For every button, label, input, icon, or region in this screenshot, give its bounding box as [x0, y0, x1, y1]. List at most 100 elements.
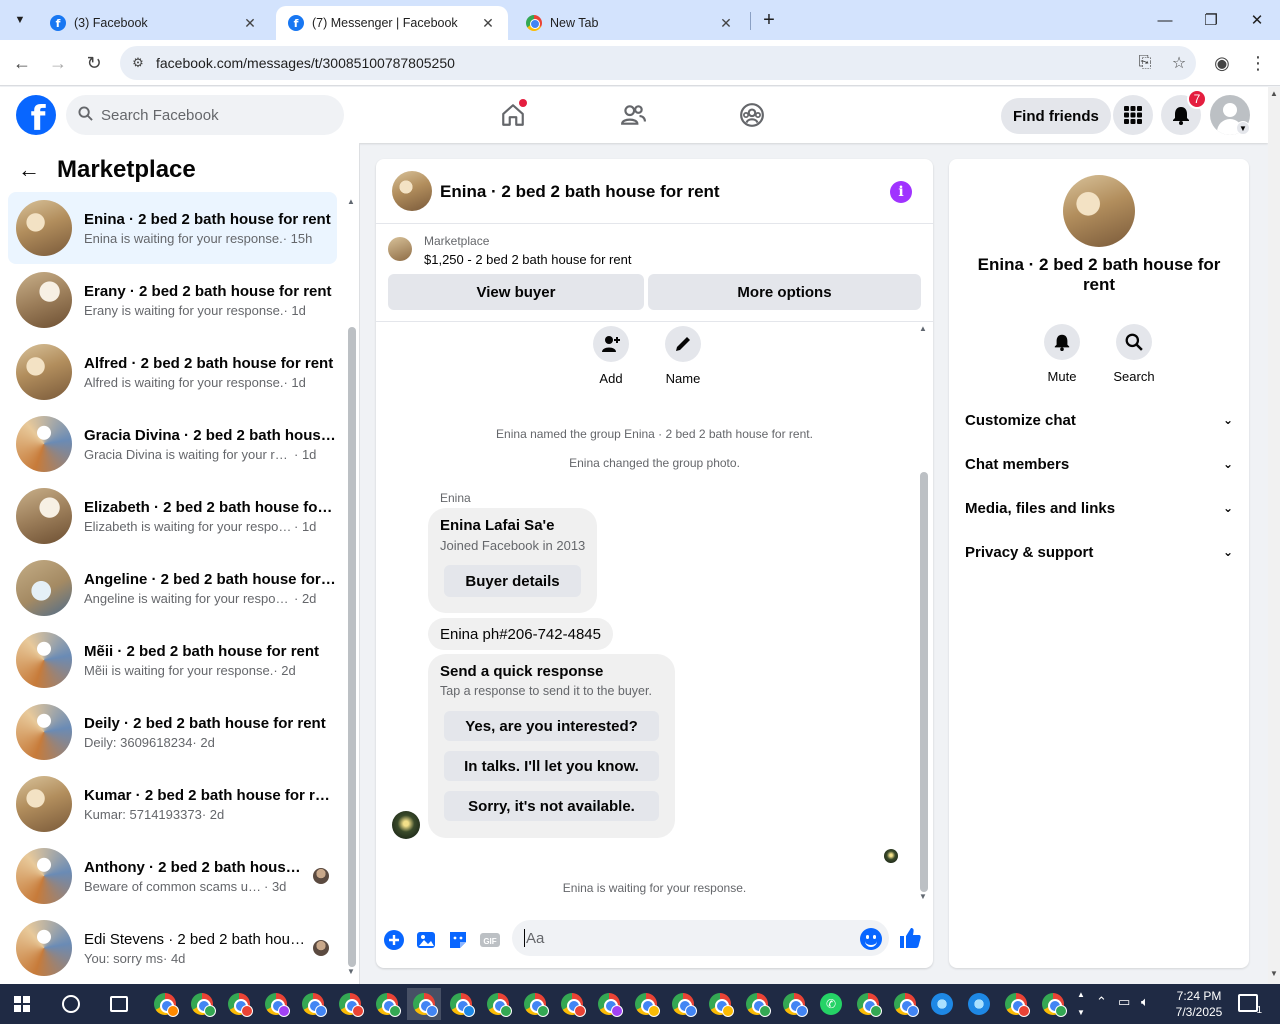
chrome-taskbar-icon[interactable] [703, 988, 737, 1020]
message-bubble[interactable]: Enina ph#206-742-4845 [428, 618, 613, 650]
chrome-taskbar-icon[interactable] [296, 988, 330, 1020]
conversation-item[interactable]: Anthony · 2 bed 2 bath house for rent Be… [8, 840, 337, 912]
scroll-down-arrow[interactable]: ▼ [919, 892, 927, 901]
whatsapp-taskbar-icon[interactable]: ✆ [814, 988, 848, 1020]
buyer-details-button[interactable]: Buyer details [444, 565, 581, 597]
close-icon[interactable]: ✕ [480, 15, 496, 32]
chat-avatar[interactable] [392, 171, 432, 211]
thumbs-up-icon[interactable] [898, 926, 922, 950]
kebab-menu-icon[interactable]: ⋮ [1244, 49, 1272, 77]
network-icon[interactable]: ▭ [1118, 994, 1130, 1010]
chrome-taskbar-icon[interactable] [444, 988, 478, 1020]
tab-facebook[interactable]: f (3) Facebook ✕ [38, 6, 270, 40]
chat-members-section[interactable]: Chat members ⌄ [957, 442, 1241, 486]
plus-icon[interactable] [383, 929, 405, 951]
find-friends-button[interactable]: Find friends [1001, 98, 1111, 134]
scrollbar-thumb[interactable] [348, 327, 356, 967]
cortana-search-icon[interactable] [62, 995, 80, 1013]
site-info-icon[interactable]: ⚙ [120, 55, 156, 71]
forward-button[interactable]: → [44, 49, 72, 77]
chrome-taskbar-icon[interactable] [518, 988, 552, 1020]
chrome-taskbar-icon[interactable] [1036, 988, 1070, 1020]
new-tab-button[interactable]: + [757, 8, 781, 32]
conversation-item[interactable]: Erany · 2 bed 2 bath house for rent Eran… [8, 264, 337, 336]
scroll-up-arrow[interactable]: ▲ [1270, 89, 1278, 98]
chrome-taskbar-icon[interactable] [629, 988, 663, 1020]
conversation-item[interactable]: Edi Stevens · 2 bed 2 bath house for ren… [8, 912, 337, 984]
close-icon[interactable]: ✕ [242, 15, 258, 32]
chrome-taskbar-icon[interactable] [777, 988, 811, 1020]
listing-thumbnail[interactable] [388, 237, 412, 261]
chrome-taskbar-icon[interactable] [370, 988, 404, 1020]
sticker-icon[interactable] [447, 929, 469, 951]
page-scrollbar[interactable]: ▲ ▼ [1268, 87, 1280, 984]
menu-grid-button[interactable] [1113, 95, 1153, 135]
profile-icon[interactable]: ◉ [1208, 49, 1236, 77]
address-bar[interactable]: ⚙ facebook.com/messages/t/30085100787805… [120, 46, 1196, 80]
volume-icon[interactable]: 🔈︎ [1141, 994, 1149, 1010]
sidebar-scrollbar[interactable]: ▲ ▼ [346, 197, 356, 977]
chrome-taskbar-icon[interactable] [666, 988, 700, 1020]
scrollbar-thumb[interactable] [920, 472, 928, 892]
quick-reply-button[interactable]: Yes, are you interested? [444, 711, 659, 741]
facebook-logo[interactable]: f [16, 95, 56, 135]
sender-avatar[interactable] [392, 811, 420, 839]
privacy-support-section[interactable]: Privacy & support ⌄ [957, 530, 1241, 574]
chrome-taskbar-icon[interactable] [740, 988, 774, 1020]
listing-title[interactable]: $1,250 - 2 bed 2 bath house for rent [424, 252, 631, 267]
quick-reply-button[interactable]: Sorry, it's not available. [444, 791, 659, 821]
app-taskbar-icon[interactable] [962, 988, 996, 1020]
search-action[interactable]: Search [1104, 324, 1164, 384]
system-clock[interactable]: 7:24 PM 7/3/2025 [1162, 988, 1236, 1020]
media-files-links-section[interactable]: Media, files and links ⌄ [957, 486, 1241, 530]
notifications-button[interactable]: 7 [1161, 89, 1207, 135]
chrome-taskbar-icon[interactable] [185, 988, 219, 1020]
mute-action[interactable]: Mute [1032, 324, 1092, 384]
name-action[interactable]: Name [653, 326, 713, 386]
chrome-taskbar-icon[interactable] [481, 988, 515, 1020]
gif-icon[interactable]: GIF [479, 929, 501, 951]
scroll-up-arrow[interactable]: ▲ [919, 324, 927, 333]
tab-new-tab[interactable]: New Tab ✕ [514, 6, 746, 40]
conversation-item[interactable]: Elizabeth · 2 bed 2 bath house for rent … [8, 480, 337, 552]
url-text[interactable]: facebook.com/messages/t/3008510078780525… [156, 55, 1128, 71]
back-arrow-icon[interactable]: ← [18, 157, 40, 183]
add-people-action[interactable]: Add [581, 326, 641, 386]
conversation-item[interactable]: Mẽii · 2 bed 2 bath house for rent Mẽii … [8, 624, 337, 696]
close-window-button[interactable]: ✕ [1234, 0, 1280, 40]
conversation-item[interactable]: Deily · 2 bed 2 bath house for rent Deil… [8, 696, 337, 768]
more-options-button[interactable]: More options [648, 274, 921, 310]
notification-center-icon[interactable]: 1 [1238, 994, 1262, 1016]
chrome-taskbar-icon[interactable] [555, 988, 589, 1020]
chrome-taskbar-icon[interactable] [222, 988, 256, 1020]
photo-icon[interactable] [415, 929, 437, 951]
chrome-taskbar-icon[interactable] [999, 988, 1033, 1020]
conversation-item[interactable]: Enina · 2 bed 2 bath house for rent Enin… [8, 192, 337, 264]
chrome-taskbar-icon[interactable] [407, 988, 441, 1020]
emoji-icon[interactable] [860, 928, 882, 950]
taskbar-scroll-arrows[interactable]: ▲ ▼ [1074, 986, 1088, 1022]
view-buyer-button[interactable]: View buyer [388, 274, 644, 310]
chrome-taskbar-icon[interactable] [888, 988, 922, 1020]
chrome-taskbar-icon[interactable] [148, 988, 182, 1020]
close-icon[interactable]: ✕ [718, 15, 734, 32]
message-input[interactable]: Aa [512, 920, 889, 956]
chrome-taskbar-icon[interactable] [333, 988, 367, 1020]
info-icon[interactable]: i [890, 181, 912, 203]
friends-nav-button[interactable] [613, 95, 653, 135]
conversation-item[interactable]: Alfred · 2 bed 2 bath house for rent Alf… [8, 336, 337, 408]
install-app-icon[interactable]: ⎘ [1128, 54, 1162, 72]
chat-title[interactable]: Enina · 2 bed 2 bath house for rent [440, 182, 720, 202]
groups-nav-button[interactable] [732, 95, 772, 135]
conversation-item[interactable]: Angeline · 2 bed 2 bath house for rent A… [8, 552, 337, 624]
chrome-taskbar-icon[interactable] [851, 988, 885, 1020]
chevron-down-icon[interactable]: ▼ [1236, 121, 1250, 135]
customize-chat-section[interactable]: Customize chat ⌄ [957, 398, 1241, 442]
chrome-taskbar-icon[interactable] [259, 988, 293, 1020]
minimize-button[interactable]: — [1142, 0, 1188, 40]
conversation-item[interactable]: Kumar · 2 bed 2 bath house for rent Kuma… [8, 768, 337, 840]
quick-reply-button[interactable]: In talks. I'll let you know. [444, 751, 659, 781]
chrome-taskbar-icon[interactable] [592, 988, 626, 1020]
conversation-avatar[interactable] [1063, 175, 1135, 247]
scroll-down-arrow[interactable]: ▼ [347, 967, 355, 976]
